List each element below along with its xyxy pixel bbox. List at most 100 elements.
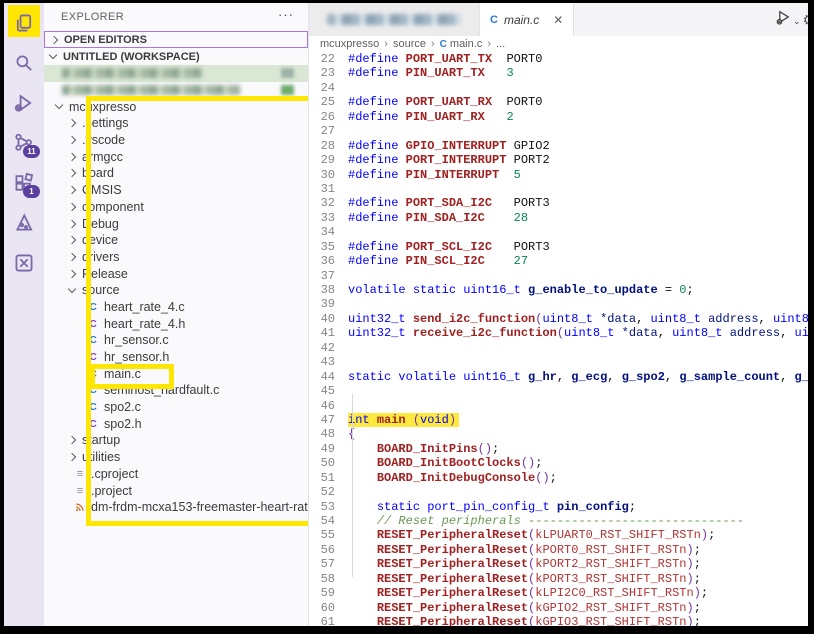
line-number: 46 [309,399,335,413]
redacted-tree-item[interactable] [44,82,308,99]
mcuxpresso-x-icon[interactable] [4,243,44,283]
code-line-60[interactable]: 60 RESET_PeripheralReset(kGPIO2_RST_SHIF… [309,601,808,615]
code-line-37[interactable]: 37 [309,269,808,283]
tree-item-heart-rate-4-h[interactable]: Cheart_rate_4.h [44,315,308,332]
code-line-34[interactable]: 34 [309,225,808,239]
explorer-icon[interactable] [4,3,44,43]
code-line-49[interactable]: 49 BOARD_InitPins(); [309,442,808,456]
code-line-25[interactable]: 25#define PORT_UART_RX PORT0 [309,95,808,109]
search-icon[interactable] [4,43,44,83]
tree-item-dm-frdm-mcxa153-freemaster-heart-rate-linkser-[interactable]: dm-frdm-mcxa153-freemaster-heart-rate Li… [44,499,308,516]
open-editors-row[interactable]: OPEN EDITORS [44,31,308,48]
indent-guide [352,394,353,577]
redacted-tree-item[interactable] [44,65,308,82]
tree-item--settings[interactable]: .settings [44,115,308,132]
dropdown-chevron-icon[interactable]: ⌄ [793,16,801,27]
line-number: 34 [309,225,335,239]
test-beaker-icon[interactable] [4,203,44,243]
code-line-23[interactable]: 23#define PIN_UART_TX 3 [309,66,808,80]
tree-item-armgcc[interactable]: armgcc [44,148,308,165]
code-line-54[interactable]: 54 // Reset peripherals ----------------… [309,514,808,528]
code-area[interactable]: 22#define PORT_UART_TX PORT023#define PI… [309,52,808,626]
breadcrumb-item[interactable]: mcuxpresso [320,38,379,50]
code-line-45[interactable]: 45 [309,384,808,398]
breadcrumb-item[interactable]: source [393,38,426,50]
line-number: 22 [309,52,335,66]
remote-graph-icon[interactable]: 11 [4,123,44,163]
code-line-26[interactable]: 26#define PIN_UART_RX 2 [309,110,808,124]
code-line-35[interactable]: 35#define PORT_SCL_I2C PORT3 [309,240,808,254]
tree-item-spo2-c[interactable]: Cspo2.c [44,399,308,416]
code-line-36[interactable]: 36#define PIN_SCL_I2C 27 [309,254,808,268]
tree-item-heart-rate-4-c[interactable]: Cheart_rate_4.c [44,299,308,316]
code-line-30[interactable]: 30#define PIN_INTERRUPT 5 [309,168,808,182]
code-line-59[interactable]: 59 RESET_PeripheralReset(kLPI2C0_RST_SHI… [309,586,808,600]
code-line-55[interactable]: 55 RESET_PeripheralReset(kLPUART0_RST_SH… [309,528,808,542]
more-actions-icon[interactable]: ··· [278,7,294,22]
code-line-28[interactable]: 28#define GPIO_INTERRUPT GPIO2 [309,139,808,153]
tree-item-main-c[interactable]: Cmain.c [44,365,308,382]
code-line-57[interactable]: 57 RESET_PeripheralReset(kPORT2_RST_SHIF… [309,557,808,571]
tree-item-device[interactable]: device [44,232,308,249]
code-line-52[interactable]: 52 [309,485,808,499]
code-line-61[interactable]: 61 RESET_PeripheralReset(kGPIO3_RST_SHIF… [309,615,808,626]
code-line-58[interactable]: 58 RESET_PeripheralReset(kPORT3_RST_SHIF… [309,572,808,586]
tree-item-cmsis[interactable]: CMSIS [44,182,308,199]
code-line-56[interactable]: 56 RESET_PeripheralReset(kPORT0_RST_SHIF… [309,543,808,557]
workspace-row[interactable]: UNTITLED (WORKSPACE) [44,48,308,65]
code-line-46[interactable]: 46 [309,399,808,413]
code-line-29[interactable]: 29#define PORT_INTERRUPT PORT2 [309,153,808,167]
code-line-51[interactable]: 51 BOARD_InitDebugConsole(); [309,471,808,485]
code-line-53[interactable]: 53 static port_pin_config_t pin_config; [309,500,808,514]
tree-item-drivers[interactable]: drivers [44,249,308,266]
code-line-38[interactable]: 38volatile static uint16_t g_enable_to_u… [309,283,808,297]
tab-redacted[interactable] [309,3,480,36]
breadcrumb-item[interactable]: main.c [450,38,482,50]
code-line-44[interactable]: 44static volatile uint16_t g_hr, g_ecg, … [309,370,808,384]
code-line-27[interactable]: 27 [309,124,808,138]
tree-item-board[interactable]: board [44,165,308,182]
code-line-24[interactable]: 24 [309,81,808,95]
code-line-47[interactable]: 47int main (void) [309,413,808,427]
c-header-icon: C [86,318,100,330]
tree-item-utilities[interactable]: utilities [44,449,308,466]
tree-item-release[interactable]: Release [44,265,308,282]
code-line-42[interactable]: 42 [309,341,808,355]
code-line-41[interactable]: 41uint32_t receive_i2c_function(uint8_t … [309,326,808,340]
tree-item-spo2-h[interactable]: Cspo2.h [44,415,308,432]
tree-item--cproject[interactable]: ≡.cproject [44,466,308,483]
breadcrumb[interactable]: mcuxpresso › source › C main.c › ... [309,36,808,52]
tree-item-hr-sensor-c[interactable]: Chr_sensor.c [44,332,308,349]
code-line-32[interactable]: 32#define PORT_SDA_I2C PORT3 [309,196,808,210]
chevron-right-icon [68,253,76,261]
close-tab-icon[interactable]: ✕ [553,13,563,27]
tree-item-startup[interactable]: startup [44,432,308,449]
code-line-33[interactable]: 33#define PIN_SDA_I2C 28 [309,211,808,225]
tree-item--vscode[interactable]: .vscode [44,132,308,149]
settings-gear-icon[interactable]: ⚙ [803,11,808,29]
tree-item-source[interactable]: source [44,282,308,299]
code-line-39[interactable]: 39 [309,297,808,311]
line-number: 61 [309,615,335,626]
tree-item-semihost-hardfault-c[interactable]: Csemihost_hardfault.c [44,382,308,399]
run-and-debug-icon[interactable] [4,83,44,123]
document-icon: ≡ [73,468,87,480]
tree-item-component[interactable]: component [44,199,308,216]
tab-main-c[interactable]: C main.c ✕ [480,3,574,36]
code-line-50[interactable]: 50 BOARD_InitBootClocks(); [309,456,808,470]
extensions-icon[interactable]: 1 [4,163,44,203]
run-or-debug-icon[interactable] [775,9,792,31]
tree-item-mcuxpresso[interactable]: mcuxpresso [44,98,308,115]
code-line-48[interactable]: 48{ [309,427,808,441]
tree-item--project[interactable]: ≡.project [44,482,308,499]
line-number: 54 [309,514,335,528]
code-line-40[interactable]: 40uint32_t send_i2c_function(uint8_t *da… [309,312,808,326]
breadcrumb-item[interactable]: ... [496,38,505,50]
breadcrumb-separator: › [487,38,491,50]
tree-item-hr-sensor-h[interactable]: Chr_sensor.h [44,349,308,366]
chevron-right-icon [68,436,76,444]
tree-item-debug[interactable]: Debug [44,215,308,232]
code-line-43[interactable]: 43 [309,355,808,369]
code-line-22[interactable]: 22#define PORT_UART_TX PORT0 [309,52,808,66]
code-line-31[interactable]: 31 [309,182,808,196]
